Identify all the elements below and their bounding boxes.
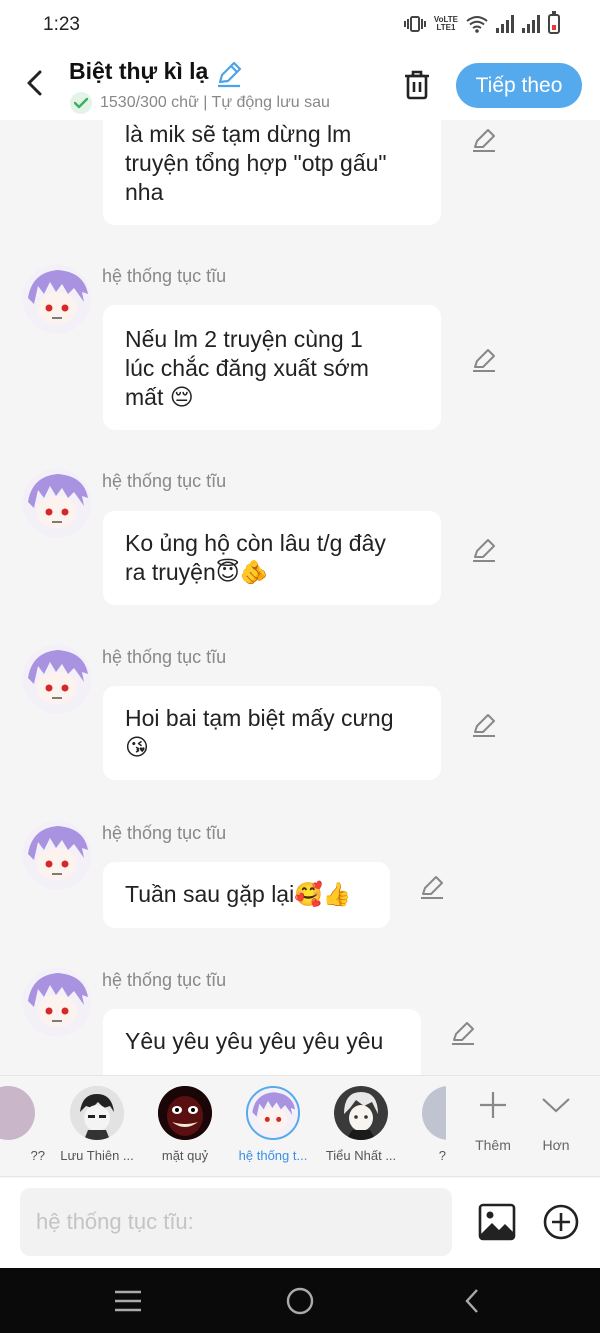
word-count-row: 1530/300 chữ | Tự động lưu sau <box>70 92 375 114</box>
sender-name: hệ thống tục tĩu <box>102 266 227 286</box>
message-bubble[interactable]: Yêu yêu yêu yêu yêu yêu <box>103 1009 421 1075</box>
character-name: ? <box>438 1148 446 1163</box>
message-emoji: 😘 <box>125 735 149 761</box>
message-emoji: 😔 <box>169 385 194 411</box>
more-characters-label: Hơn <box>542 1137 570 1153</box>
character-item[interactable]: mặt quỷ <box>140 1086 230 1163</box>
edit-pencil-icon[interactable] <box>449 1019 477 1047</box>
character-name: hệ thống t... <box>238 1148 308 1163</box>
character-name: Lưu Thiên ... <box>60 1148 134 1163</box>
edit-pencil-icon[interactable] <box>470 126 498 154</box>
check-icon <box>70 92 92 114</box>
message-bubble[interactable]: Nếu lm 2 truyện cùng 1 lúc chắc đăng xuấ… <box>103 305 441 430</box>
message-emoji: 🥰👍 <box>294 882 352 908</box>
message-bubble[interactable]: là mik sẽ tạm dừng lm truyện tổng hợp "o… <box>103 120 441 225</box>
trash-icon <box>405 70 429 100</box>
character-avatar <box>70 1086 124 1140</box>
volte-indicator: VoLTE LTE1 <box>434 16 458 32</box>
character-item[interactable]: Tiểu Nhất ... <box>316 1086 406 1163</box>
message-bubble[interactable]: Tuần sau gặp lại🥰👍 <box>103 862 390 928</box>
recents-button[interactable] <box>108 1284 148 1318</box>
sender-name: hệ thống tục tĩu <box>102 970 227 990</box>
character-name: mặt quỷ <box>161 1148 209 1163</box>
back-arrow-icon <box>465 1289 478 1313</box>
character-strip[interactable]: ?? Lưu Thiên ... mặt quỷ hệ thống t... T… <box>0 1075 600 1177</box>
message-text: Yêu yêu yêu yêu yêu yêu <box>125 1028 384 1054</box>
delete-button[interactable] <box>398 66 436 104</box>
word-count-status: 1530/300 chữ | Tự động lưu sau <box>100 94 330 111</box>
message-emoji: 😇🫵 <box>215 560 269 586</box>
edit-pencil-icon[interactable] <box>418 873 446 901</box>
wifi-icon <box>466 16 488 33</box>
character-item-active[interactable]: hệ thống t... <box>228 1086 318 1163</box>
character-name: Tiểu Nhất ... <box>325 1148 397 1163</box>
character-item[interactable]: Lưu Thiên ... <box>52 1086 142 1163</box>
volte-line2: LTE1 <box>436 23 456 32</box>
system-back-button[interactable] <box>452 1284 492 1318</box>
message-text: Hoi bai tạm biệt mấy cưng <box>125 705 394 731</box>
message-input[interactable] <box>20 1188 452 1256</box>
character-name: ?? <box>30 1148 45 1163</box>
edit-pencil-icon[interactable] <box>470 346 498 374</box>
edit-title-icon[interactable] <box>215 60 243 88</box>
message-bubble[interactable]: Hoi bai tạm biệt mấy cưng 😘 <box>103 686 441 780</box>
chevron-down-icon <box>542 1098 570 1113</box>
edit-pencil-icon[interactable] <box>470 536 498 564</box>
add-circle-icon[interactable] <box>542 1203 580 1241</box>
system-nav-bar <box>0 1268 600 1333</box>
character-avatar <box>334 1086 388 1140</box>
chat-area[interactable]: là mik sẽ tạm dừng lm truyện tổng hợp "o… <box>0 120 600 1075</box>
back-button[interactable] <box>18 66 52 100</box>
next-button[interactable]: Tiếp theo <box>456 63 582 108</box>
status-icons: VoLTE LTE1 <box>403 11 560 34</box>
character-item[interactable]: ?? <box>0 1086 53 1163</box>
status-bar: 1:23 VoLTE LTE1 <box>0 0 600 52</box>
story-title[interactable]: Biệt thự kì lạ <box>69 58 208 85</box>
message-bubble[interactable]: Ko ủng hộ còn lâu t/g đây ra truyện😇🫵 <box>103 511 441 605</box>
avatar[interactable] <box>22 820 92 890</box>
avatar[interactable] <box>22 264 92 334</box>
home-button[interactable] <box>280 1284 320 1318</box>
plus-icon <box>480 1092 506 1118</box>
message-text: là mik sẽ tạm dừng lm truyện tổng hợp "o… <box>125 121 387 205</box>
character-avatar <box>0 1086 35 1140</box>
signal-icon-1 <box>496 15 514 33</box>
menu-icon <box>115 1290 141 1312</box>
vibrate-icon <box>403 16 426 32</box>
sender-name: hệ thống tục tĩu <box>102 647 227 667</box>
sender-name: hệ thống tục tĩu <box>102 823 227 843</box>
character-item[interactable]: ? <box>396 1086 446 1163</box>
add-character-button[interactable]: Thêm <box>463 1090 523 1153</box>
battery-icon <box>548 11 560 34</box>
message-text: Nếu lm 2 truyện cùng 1 lúc chắc đăng xuấ… <box>125 326 369 410</box>
chevron-left-icon <box>27 70 42 96</box>
input-bar <box>0 1178 600 1268</box>
editor-header: Biệt thự kì lạ 1530/300 chữ | Tự động lư… <box>0 52 600 120</box>
more-characters-button[interactable]: Hơn <box>526 1090 586 1153</box>
edit-pencil-icon[interactable] <box>470 711 498 739</box>
character-avatar <box>422 1086 446 1140</box>
message-text: Tuần sau gặp lại <box>125 881 295 907</box>
character-avatar <box>246 1086 300 1140</box>
character-avatar <box>158 1086 212 1140</box>
avatar[interactable] <box>22 967 92 1037</box>
avatar[interactable] <box>22 644 92 714</box>
image-icon[interactable] <box>477 1202 517 1242</box>
avatar[interactable] <box>22 468 92 538</box>
home-circle-icon <box>286 1287 314 1315</box>
add-character-label: Thêm <box>475 1137 511 1153</box>
status-time: 1:23 <box>43 14 80 35</box>
signal-icon-2 <box>522 15 540 33</box>
sender-name: hệ thống tục tĩu <box>102 471 227 491</box>
